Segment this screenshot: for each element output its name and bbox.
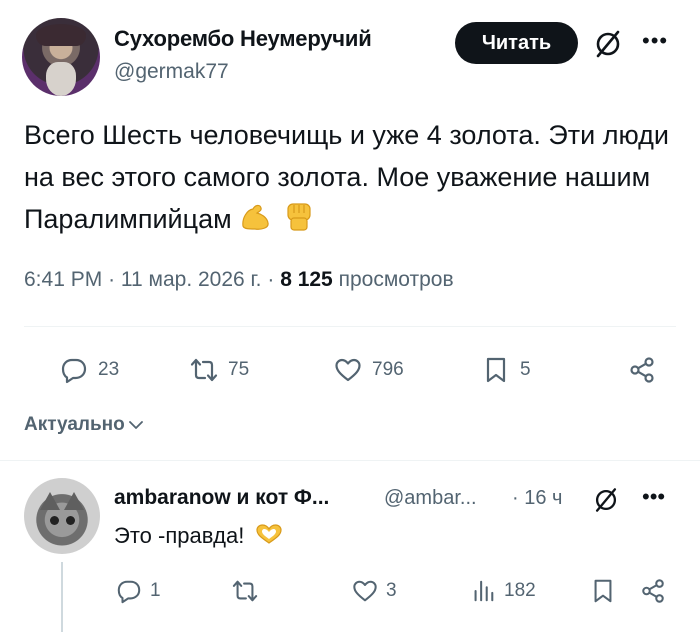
section-divider	[0, 460, 700, 461]
reply-repost-action[interactable]	[232, 578, 258, 604]
views-label: просмотров	[338, 268, 454, 291]
reply-text: Это -правда!	[114, 522, 284, 549]
avatar-cat-eye	[66, 516, 75, 525]
bookmark-icon	[594, 579, 612, 603]
reply-icon	[117, 580, 141, 604]
reply-icon	[61, 358, 87, 384]
avatar-cat-ear	[40, 492, 60, 510]
author-name[interactable]: Сухорембо Неумеручий	[114, 26, 372, 52]
share-icon	[630, 357, 654, 383]
views-icon	[474, 580, 494, 602]
repost-count: 75	[228, 359, 250, 380]
reply-time[interactable]: · 16 ч	[512, 487, 562, 510]
bookmark-action[interactable]: 5	[482, 356, 531, 384]
bookmark-icon	[486, 357, 506, 383]
sort-label: Актуально	[24, 414, 125, 435]
thread-line	[61, 562, 63, 632]
tweet-text-body: Всего Шесть человечищь и уже 4 золота. Э…	[24, 120, 669, 234]
bookmark-count: 5	[520, 359, 531, 380]
share-action[interactable]	[628, 356, 656, 384]
views-count: 8 125	[280, 268, 333, 291]
heart-hands-icon	[256, 524, 283, 544]
avatar-beard	[46, 62, 76, 96]
repost-icon	[232, 580, 258, 602]
avatar-hat	[36, 24, 86, 46]
reply-reply-action[interactable]: 1	[116, 578, 161, 604]
flexed-biceps-icon	[242, 204, 269, 230]
reply-author-name[interactable]: ambaranow и кот Ф...	[114, 486, 329, 510]
like-icon	[353, 580, 377, 602]
more-icon[interactable]: •••	[642, 484, 665, 510]
raised-fist-icon	[287, 203, 311, 231]
tweet-time[interactable]: 6:41 PM	[24, 268, 102, 291]
reply-author-avatar[interactable]	[24, 478, 100, 554]
avatar-cat-ear	[64, 492, 84, 510]
repost-action[interactable]: 75	[190, 356, 249, 384]
grok-icon[interactable]	[590, 484, 622, 516]
reply-bookmark-action[interactable]	[590, 578, 616, 604]
author-avatar[interactable]	[22, 18, 100, 96]
follow-button[interactable]: Читать	[455, 22, 578, 64]
reply-author-handle[interactable]: @ambar...	[384, 487, 477, 510]
grok-icon[interactable]	[590, 26, 626, 62]
reply-views-count: 182	[504, 580, 536, 601]
reply-share-action[interactable]	[640, 578, 666, 604]
like-action[interactable]: 796	[334, 356, 404, 384]
meta-separator: ·	[267, 268, 275, 291]
meta-separator: ·	[108, 268, 116, 291]
reply-reply-count: 1	[150, 580, 161, 601]
reply-action[interactable]: 23	[60, 356, 119, 384]
like-count: 796	[372, 359, 404, 380]
like-icon	[335, 358, 361, 382]
tweet-meta: 6:41 PM · 11 мар. 2026 г. · 8 125 просмо…	[24, 268, 454, 292]
reply-like-action[interactable]: 3	[352, 578, 397, 604]
divider	[24, 326, 676, 327]
more-icon[interactable]: •••	[642, 28, 668, 54]
reply-count: 23	[98, 359, 120, 380]
tweet-text: Всего Шесть человечищь и уже 4 золота. Э…	[24, 114, 674, 240]
reply-views-action[interactable]: 182	[470, 578, 536, 604]
chevron-down-icon	[128, 421, 143, 429]
tweet-date[interactable]: 11 мар. 2026 г.	[121, 268, 262, 291]
sort-dropdown[interactable]: Актуально	[24, 414, 143, 436]
reply-like-count: 3	[386, 580, 397, 601]
reply-text-body: Это -правда!	[114, 523, 245, 548]
author-handle[interactable]: @germak77	[114, 60, 229, 84]
avatar-cat-eye	[50, 516, 59, 525]
share-icon	[642, 579, 664, 603]
repost-icon	[190, 358, 218, 382]
